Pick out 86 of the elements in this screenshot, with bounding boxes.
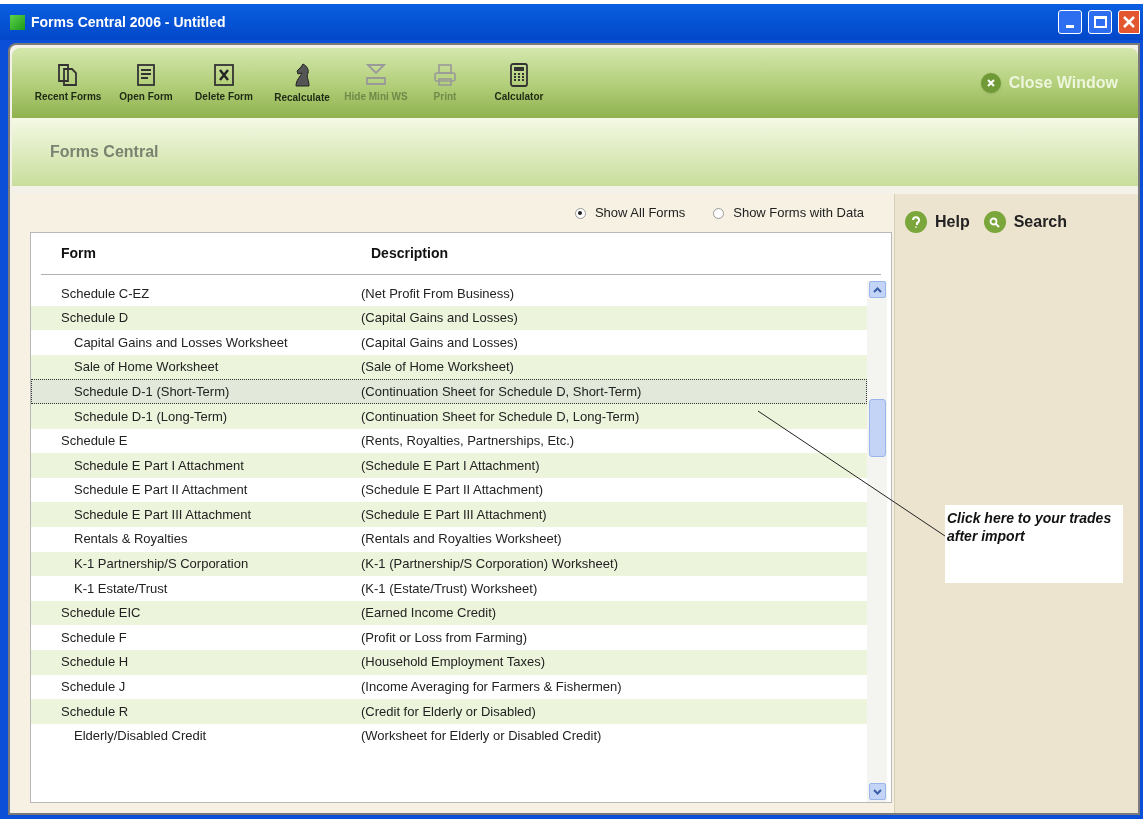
form-name: Capital Gains and Losses Worksheet: [73, 333, 289, 352]
form-description: (Profit or Loss from Farming): [361, 628, 528, 647]
form-description: (Sale of Home Worksheet): [361, 358, 514, 377]
form-description: (Income Averaging for Farmers & Fishermen): [361, 678, 622, 697]
table-row[interactable]: Schedule D (Capital Gains and Losses): [31, 305, 867, 331]
toolbar-button[interactable]: Recent Forms: [26, 62, 110, 104]
form-description: (Schedule E Part III Attachment): [361, 505, 547, 524]
form-description: (K-1 (Estate/Trust) Worksheet): [361, 579, 538, 598]
radio-button[interactable]: [713, 207, 725, 219]
form-description: (Rentals and Royalties Worksheet): [361, 530, 562, 549]
table-row[interactable]: Schedule D-1 (Long-Term) (Continuation Sheet for Schedule D, Long-Term): [31, 403, 867, 429]
search-icon: [983, 211, 1006, 233]
minimize-icon: [1066, 25, 1074, 28]
table-row[interactable]: Schedule E Part I Attachment (Schedule E Part I Attachment): [31, 453, 867, 478]
radio-option[interactable]: Show All Forms: [574, 203, 686, 223]
table-row[interactable]: Schedule EIC (Earned Income Credit): [31, 600, 867, 626]
form-name: Schedule E: [60, 432, 129, 451]
radio-option[interactable]: Show Forms with Data: [713, 203, 864, 223]
form-name: Schedule E Part III Attachment: [73, 505, 253, 524]
chevron-up-icon: [872, 286, 882, 293]
form-name: Schedule EIC: [60, 604, 142, 623]
app-icon: [10, 14, 25, 30]
table-row[interactable]: Schedule R (Credit for Elderly or Disabled): [31, 699, 867, 724]
form-name: Schedule D: [60, 309, 130, 328]
chevron-down-icon: [872, 788, 882, 795]
printer-icon: [433, 62, 457, 87]
form-name: K-1 Estate/Trust: [73, 579, 169, 598]
form-name: Sale of Home Worksheet: [73, 358, 220, 377]
form-name: Elderly/Disabled Credit: [73, 727, 208, 746]
form-description: (Capital Gains and Losses): [361, 333, 518, 352]
callout-text: Click here to your trades after import: [947, 509, 1113, 545]
close-button[interactable]: [1118, 10, 1140, 34]
form-name: Schedule D-1 (Long-Term): [73, 407, 229, 426]
calculator-icon: [509, 62, 529, 87]
form-description: (K-1 (Partnership/S Corporation) Worksheet): [361, 555, 618, 574]
toolbar-button[interactable]: Calculator: [476, 62, 562, 104]
table-row[interactable]: Schedule E Part III Attachment (Schedule E Part III Attachment): [31, 502, 867, 527]
funnel-icon: [364, 62, 388, 87]
scroll-down-button[interactable]: [868, 783, 886, 800]
form-description: (Worksheet for Elderly or Disabled Credit): [361, 727, 602, 746]
form-name: Schedule D-1 (Short-Term): [73, 382, 231, 401]
documents-icon: [57, 62, 79, 87]
form-description: (Credit for Elderly or Disabled): [361, 702, 536, 721]
column-header: Form: [60, 244, 97, 263]
form-name: Schedule R: [60, 702, 130, 721]
document-icon: [136, 62, 156, 87]
toolbar-button[interactable]: Delete Form: [182, 62, 266, 104]
form-description: (Continuation Sheet for Schedule D, Long-Term): [361, 407, 640, 426]
minimize-button[interactable]: [1058, 10, 1082, 34]
form-name: Schedule F: [60, 628, 128, 647]
radio-button[interactable]: [574, 207, 586, 219]
maximize-button[interactable]: [1088, 10, 1112, 34]
form-name: Schedule H: [60, 653, 130, 672]
table-row[interactable]: Schedule D-1 (Short-Term) (Continuation Sheet for Schedule D, Short-Term): [31, 379, 867, 404]
form-name: Rentals & Royalties: [73, 530, 189, 549]
form-description: (Schedule E Part I Attachment): [361, 456, 540, 475]
form-description: (Schedule E Part II Attachment): [361, 481, 544, 500]
chess-knight-icon: [292, 61, 312, 88]
delete-icon: [213, 62, 235, 87]
toolbar-button[interactable]: Recalculate: [266, 61, 338, 105]
form-name: Schedule C-EZ: [60, 284, 151, 303]
close-icon: [1123, 16, 1135, 28]
side-link[interactable]: Search: [983, 210, 1068, 234]
form-description: (Capital Gains and Losses): [361, 309, 518, 328]
close-icon: [980, 73, 1001, 93]
column-header: Description: [371, 244, 448, 263]
form-description: (Net Profit From Business): [361, 284, 515, 303]
scroll-thumb[interactable]: [868, 399, 886, 457]
table-row[interactable]: K-1 Partnership/S Corporation (K-1 (Partnership/S Corporation) Worksheet): [31, 551, 867, 577]
page-title: Forms Central: [50, 142, 159, 162]
help-icon: [905, 211, 927, 233]
form-name: Schedule E Part I Attachment: [73, 456, 245, 475]
form-name: Schedule J: [60, 678, 127, 697]
form-name: Schedule E Part II Attachment: [73, 481, 249, 500]
form-description: (Earned Income Credit): [361, 604, 497, 623]
maximize-icon: [1093, 16, 1107, 28]
window-title: Forms Central 2006 - Untitled: [31, 12, 227, 32]
table-row[interactable]: Sale of Home Worksheet (Sale of Home Worksheet): [31, 354, 867, 380]
scroll-up-button[interactable]: [868, 281, 886, 298]
form-description: (Continuation Sheet for Schedule D, Short-Term): [361, 382, 642, 401]
form-name: K-1 Partnership/S Corporation: [73, 555, 250, 574]
side-link[interactable]: Help: [905, 210, 970, 234]
form-description: (Household Employment Taxes): [361, 653, 545, 672]
table-row[interactable]: Schedule H (Household Employment Taxes): [31, 649, 867, 675]
form-description: (Rents, Royalties, Partnerships, Etc.): [361, 432, 575, 451]
toolbar-button[interactable]: Open Form: [110, 62, 182, 104]
